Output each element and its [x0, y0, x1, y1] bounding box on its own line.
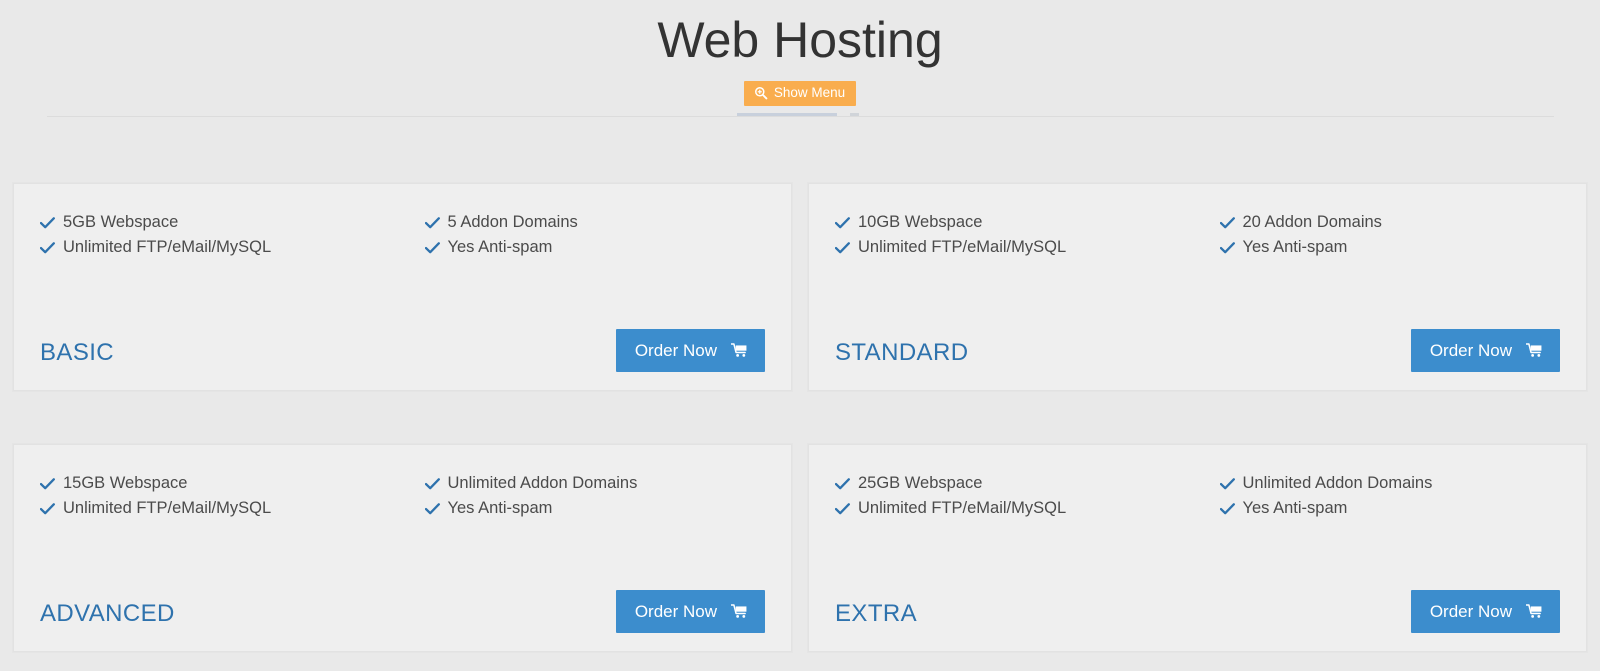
plans-row-2: 15GB Webspace Unlimited FTP/eMail/MySQL [0, 443, 1600, 653]
feature-label: Unlimited Addon Domains [1242, 474, 1433, 492]
plan-card-extra[interactable]: 25GB Webspace Unlimited FTP/eMail/MySQL [807, 443, 1588, 653]
feature-label: Unlimited FTP/eMail/MySQL [858, 238, 1067, 256]
check-icon [835, 210, 850, 235]
check-icon [40, 496, 55, 521]
shopping-cart-icon [1526, 604, 1543, 619]
check-icon [40, 471, 55, 496]
feature-item: Yes Anti-spam [1219, 496, 1561, 521]
header-divider [47, 116, 1554, 117]
check-icon [424, 210, 440, 235]
plan-name: EXTRA [835, 600, 918, 627]
check-icon [424, 235, 440, 260]
plan-footer: STANDARD Order Now [835, 285, 1560, 372]
feature-label: 20 Addon Domains [1242, 213, 1382, 231]
order-now-button[interactable]: Order Now [615, 329, 765, 372]
plan-name: STANDARD [835, 339, 969, 366]
plan-name: ADVANCED [40, 600, 175, 627]
order-now-button[interactable]: Order Now [1410, 590, 1560, 633]
plans-row-1: 5GB Webspace Unlimited FTP/eMail/MySQL 5… [0, 182, 1600, 392]
feature-item: Unlimited FTP/eMail/MySQL [40, 235, 403, 260]
order-now-label: Order Now [1429, 602, 1512, 621]
plan-footer: ADVANCED Order Now [40, 546, 765, 633]
feature-column-right: 5 Addon Domains Yes Anti-spam [403, 210, 766, 260]
feature-column-left: 5GB Webspace Unlimited FTP/eMail/MySQL [40, 210, 403, 260]
shopping-cart-icon [731, 604, 748, 619]
check-icon [40, 210, 55, 235]
feature-label: Unlimited FTP/eMail/MySQL [63, 238, 272, 256]
plans-grid: 5GB Webspace Unlimited FTP/eMail/MySQL 5… [0, 182, 1600, 653]
order-now-button[interactable]: Order Now [1410, 329, 1560, 372]
check-icon [835, 235, 850, 260]
check-icon [1219, 235, 1235, 260]
shopping-cart-icon [1526, 343, 1543, 358]
feature-columns: 10GB Webspace Unlimited FTP/eMail/MySQL [835, 210, 1560, 260]
feature-item: Yes Anti-spam [424, 235, 766, 260]
feature-label: 10GB Webspace [858, 213, 983, 231]
feature-item: Unlimited FTP/eMail/MySQL [40, 496, 403, 521]
plan-footer: EXTRA Order Now [835, 546, 1560, 633]
show-menu-label: Show Menu [773, 85, 846, 101]
feature-column-right: 20 Addon Domains Yes Anti-spam [1198, 210, 1561, 260]
feature-label: Yes Anti-spam [1242, 499, 1348, 517]
feature-columns: 25GB Webspace Unlimited FTP/eMail/MySQL [835, 471, 1560, 521]
feature-item: Unlimited Addon Domains [424, 471, 766, 496]
feature-column-right: Unlimited Addon Domains Yes Anti-spam [1198, 471, 1561, 521]
search-plus-icon [754, 86, 768, 100]
check-icon [424, 496, 440, 521]
feature-item: Yes Anti-spam [424, 496, 766, 521]
feature-column-left: 10GB Webspace Unlimited FTP/eMail/MySQL [835, 210, 1198, 260]
feature-label: Yes Anti-spam [1242, 238, 1348, 256]
feature-item: Yes Anti-spam [1219, 235, 1561, 260]
feature-item: 10GB Webspace [835, 210, 1198, 235]
order-now-label: Order Now [634, 341, 717, 360]
check-icon [1219, 210, 1235, 235]
feature-column-left: 15GB Webspace Unlimited FTP/eMail/MySQL [40, 471, 403, 521]
check-icon [424, 471, 440, 496]
feature-label: Unlimited Addon Domains [447, 474, 638, 492]
feature-item: Unlimited FTP/eMail/MySQL [835, 235, 1198, 260]
check-icon [835, 471, 850, 496]
feature-label: Unlimited FTP/eMail/MySQL [858, 499, 1067, 517]
feature-item: Unlimited Addon Domains [1219, 471, 1561, 496]
menu-toggle-container: Show Menu [0, 81, 1600, 106]
feature-columns: 5GB Webspace Unlimited FTP/eMail/MySQL 5… [40, 210, 765, 260]
feature-item: 5GB Webspace [40, 210, 403, 235]
feature-label: Yes Anti-spam [447, 238, 553, 256]
feature-label: 5 Addon Domains [447, 213, 578, 231]
check-icon [1219, 471, 1235, 496]
page-title: Web Hosting [657, 12, 943, 68]
feature-columns: 15GB Webspace Unlimited FTP/eMail/MySQL [40, 471, 765, 521]
plan-card-standard[interactable]: 10GB Webspace Unlimited FTP/eMail/MySQL [807, 182, 1588, 392]
feature-label: 15GB Webspace [63, 474, 188, 492]
plan-card-basic[interactable]: 5GB Webspace Unlimited FTP/eMail/MySQL 5… [12, 182, 793, 392]
shopping-cart-icon [731, 343, 748, 358]
order-now-button[interactable]: Order Now [615, 590, 765, 633]
feature-label: Unlimited FTP/eMail/MySQL [63, 499, 272, 517]
check-icon [1219, 496, 1235, 521]
feature-item: 5 Addon Domains [424, 210, 766, 235]
show-menu-button[interactable]: Show Menu [743, 81, 857, 106]
plan-name: BASIC [40, 339, 115, 366]
feature-item: 15GB Webspace [40, 471, 403, 496]
page-header: Web Hosting Show Menu [0, 0, 1600, 106]
plan-card-advanced[interactable]: 15GB Webspace Unlimited FTP/eMail/MySQL [12, 443, 793, 653]
order-now-label: Order Now [634, 602, 717, 621]
feature-item: 20 Addon Domains [1219, 210, 1561, 235]
feature-label: 5GB Webspace [63, 213, 179, 231]
plan-footer: BASIC Order Now [40, 285, 765, 372]
feature-label: Yes Anti-spam [447, 499, 553, 517]
feature-item: Unlimited FTP/eMail/MySQL [835, 496, 1198, 521]
feature-item: 25GB Webspace [835, 471, 1198, 496]
order-now-label: Order Now [1429, 341, 1512, 360]
feature-column-left: 25GB Webspace Unlimited FTP/eMail/MySQL [835, 471, 1198, 521]
check-icon [40, 235, 55, 260]
check-icon [835, 496, 850, 521]
feature-label: 25GB Webspace [858, 474, 983, 492]
feature-column-right: Unlimited Addon Domains Yes Anti-spam [403, 471, 766, 521]
